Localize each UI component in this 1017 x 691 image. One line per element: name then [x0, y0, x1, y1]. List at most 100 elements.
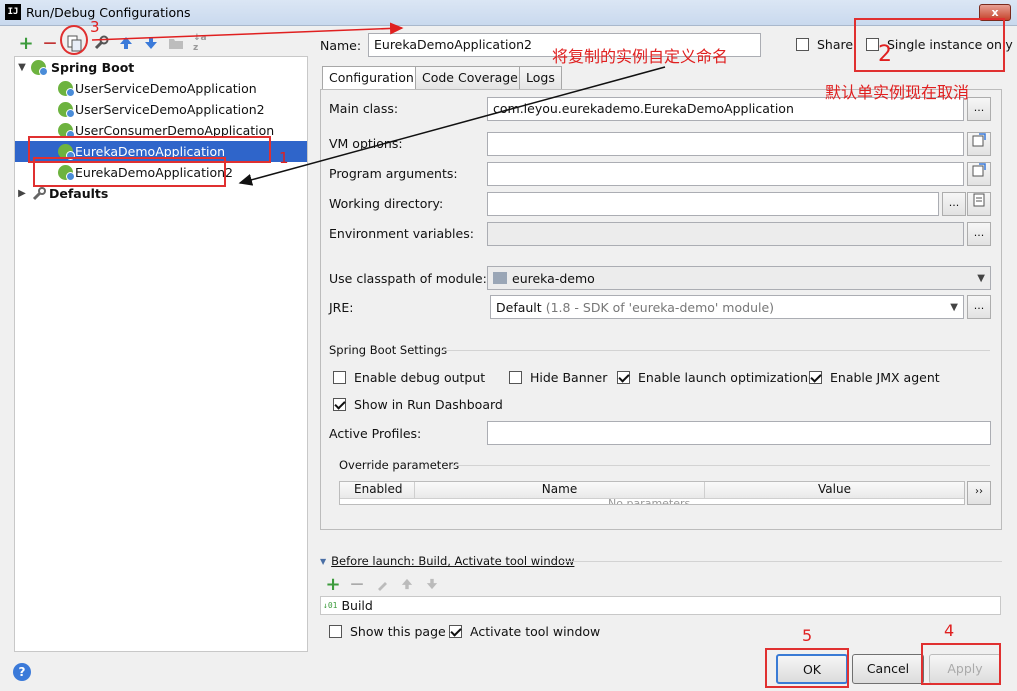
activate-tool-window-row[interactable]: Activate tool window — [449, 624, 600, 639]
expand-icon[interactable] — [967, 132, 991, 156]
annotation-rename-note: 将复制的实例自定义命名 — [552, 47, 729, 66]
sort-icon[interactable]: ↓a z — [193, 33, 213, 53]
arrow-down-icon[interactable] — [142, 34, 160, 52]
classpath-label: Use classpath of module: — [329, 271, 487, 286]
spring-boot-settings-title: Spring Boot Settings — [329, 343, 448, 357]
active-profiles-input[interactable] — [487, 421, 991, 445]
classpath-value: eureka-demo — [512, 270, 595, 286]
before-launch-header[interactable]: ▼ Before launch: Build, Activate tool wi… — [320, 554, 574, 568]
run-dashboard-row[interactable]: Show in Run Dashboard — [333, 397, 503, 412]
run-dashboard-checkbox[interactable] — [333, 398, 346, 411]
launch-optimization-row[interactable]: Enable launch optimization — [617, 370, 808, 385]
env-vars-browse-button[interactable]: ... — [967, 222, 991, 246]
help-icon[interactable]: ? — [13, 663, 31, 681]
remove-icon[interactable]: — — [41, 34, 59, 52]
divider — [440, 350, 990, 351]
spring-boot-icon — [58, 81, 75, 97]
override-title: Override parameters — [339, 458, 460, 472]
jmx-agent-label: Enable JMX agent — [830, 370, 940, 385]
jre-value: Default — [496, 299, 542, 315]
working-dir-input[interactable] — [487, 192, 939, 216]
show-page-label: Show this page — [350, 624, 446, 639]
empty-table-text: No parameters — [608, 497, 691, 505]
add-task-icon[interactable]: + — [324, 574, 342, 595]
tab-logs[interactable]: Logs — [519, 66, 562, 90]
remove-task-icon[interactable]: — — [348, 575, 366, 593]
jmx-agent-checkbox[interactable] — [809, 371, 822, 384]
before-launch-title: Before launch: Build, Activate tool wind… — [331, 554, 575, 568]
jmx-agent-row[interactable]: Enable JMX agent — [809, 370, 940, 385]
working-dir-browse-button[interactable]: ... — [942, 192, 966, 216]
tree-group-spring-boot[interactable]: ▼ Spring Boot — [15, 57, 307, 78]
more-button[interactable]: ›› — [967, 481, 991, 505]
hide-banner-checkbox[interactable] — [509, 371, 522, 384]
override-table[interactable]: Enabled Name Value No parameters — [339, 481, 965, 505]
module-icon — [493, 272, 507, 284]
enable-debug-checkbox[interactable] — [333, 371, 346, 384]
before-launch-list[interactable]: ↓01 Build — [320, 596, 1001, 615]
folder-icon[interactable] — [167, 34, 185, 52]
column-enabled[interactable]: Enabled — [340, 482, 415, 498]
spring-boot-icon — [58, 102, 75, 118]
cancel-button[interactable]: Cancel — [852, 654, 924, 684]
tab-configuration[interactable]: Configuration — [322, 66, 421, 91]
chevron-down-icon[interactable]: ▼ — [320, 557, 326, 566]
annotation-circle-3 — [60, 25, 88, 55]
run-dashboard-label: Show in Run Dashboard — [354, 397, 503, 412]
working-dir-label: Working directory: — [329, 196, 444, 211]
show-page-checkbox[interactable] — [329, 625, 342, 638]
arrow-up-icon[interactable] — [398, 575, 416, 593]
jre-detail: (1.8 - SDK of 'eureka-demo' module) — [545, 299, 775, 315]
column-name[interactable]: Name — [415, 482, 705, 498]
macro-icon[interactable] — [967, 192, 991, 216]
jre-browse-button[interactable]: ... — [967, 295, 991, 319]
tree-item-label: UserServiceDemoApplication2 — [75, 102, 265, 117]
arrow-up-icon[interactable] — [117, 34, 135, 52]
annotation-number-1: 1 — [279, 149, 289, 167]
add-icon[interactable]: + — [17, 33, 35, 54]
share-checkbox[interactable] — [796, 38, 809, 51]
expand-icon[interactable] — [967, 162, 991, 186]
annotation-box-1b — [33, 157, 226, 187]
show-page-row[interactable]: Show this page — [329, 624, 446, 639]
build-icon: ↓01 — [323, 600, 338, 610]
enable-debug-label: Enable debug output — [354, 370, 486, 385]
wrench-icon — [31, 186, 47, 201]
chevron-down-icon: ▼ — [977, 272, 985, 284]
launch-optimization-checkbox[interactable] — [617, 371, 630, 384]
chevron-down-icon: ▼ — [950, 301, 958, 313]
intellij-logo-icon: IJ — [5, 4, 21, 20]
annotation-box-5 — [765, 648, 849, 688]
annotation-single-note: 默认单实例现在取消 — [825, 83, 970, 102]
classpath-select[interactable]: eureka-demo ▼ — [487, 266, 991, 290]
enable-debug-row[interactable]: Enable debug output — [333, 370, 485, 385]
activate-tool-window-checkbox[interactable] — [449, 625, 462, 638]
program-args-input[interactable] — [487, 162, 964, 186]
jre-select[interactable]: Default (1.8 - SDK of 'eureka-demo' modu… — [490, 295, 964, 319]
annotation-box-4 — [921, 643, 1001, 685]
vm-options-input[interactable] — [487, 132, 964, 156]
tree-group-label: Defaults — [49, 186, 109, 201]
env-vars-input[interactable] — [487, 222, 964, 246]
tree-item-user-service[interactable]: UserServiceDemoApplication — [15, 78, 307, 99]
tree-group-label: Spring Boot — [51, 60, 135, 75]
name-label: Name: — [320, 38, 362, 53]
column-value[interactable]: Value — [705, 482, 964, 498]
hide-banner-row[interactable]: Hide Banner — [509, 370, 607, 385]
annotation-number-4: 4 — [944, 621, 955, 640]
edit-task-icon[interactable] — [373, 575, 391, 593]
wrench-icon[interactable] — [92, 34, 110, 52]
main-class-browse-button[interactable]: ... — [967, 97, 991, 121]
spring-boot-icon — [31, 60, 48, 76]
annotation-number-3: 3 — [90, 18, 100, 36]
tab-code-coverage[interactable]: Code Coverage — [415, 66, 525, 90]
activate-tool-window-label: Activate tool window — [470, 624, 601, 639]
tree-item-user-service-2[interactable]: UserServiceDemoApplication2 — [15, 99, 307, 120]
active-profiles-label: Active Profiles: — [329, 426, 422, 441]
share-checkbox-row[interactable]: Share — [796, 37, 853, 52]
vm-options-label: VM options: — [329, 136, 403, 151]
arrow-down-icon[interactable] — [423, 575, 441, 593]
annotation-box-2 — [854, 18, 1005, 72]
chevron-down-icon[interactable]: ▼ — [17, 62, 27, 73]
chevron-right-icon[interactable]: ▶ — [17, 188, 27, 199]
